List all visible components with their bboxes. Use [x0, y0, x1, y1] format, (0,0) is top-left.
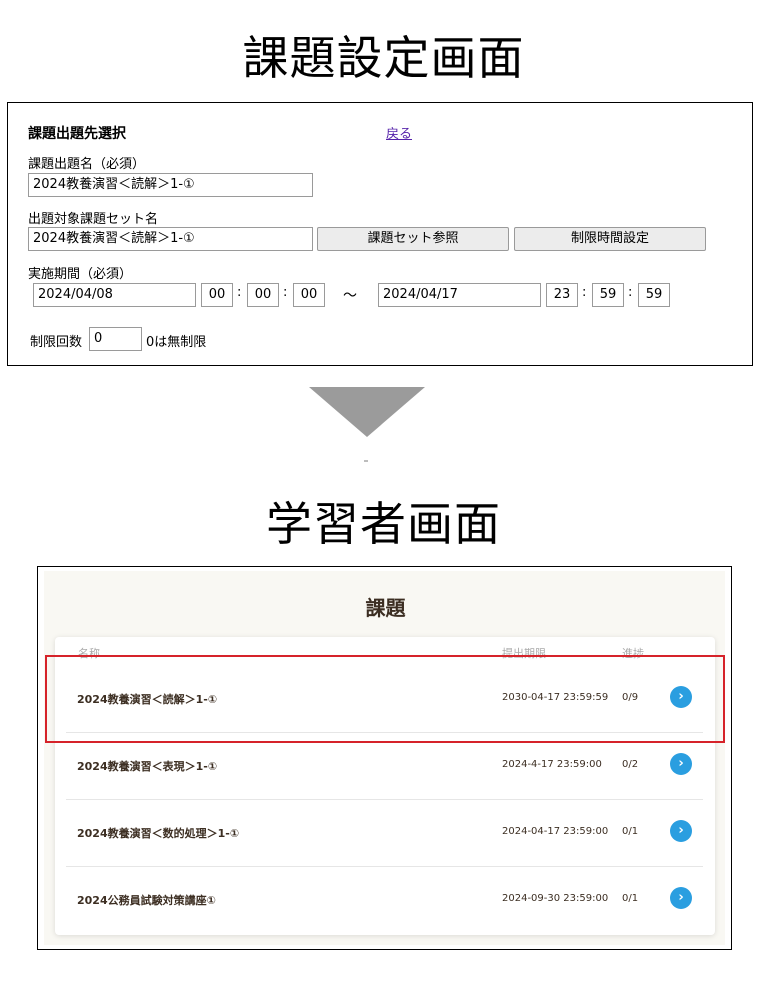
- colon-separator: :: [628, 285, 633, 300]
- start-date-input[interactable]: 2024/04/08: [33, 283, 196, 307]
- open-assignment-button[interactable]: ›: [670, 887, 692, 909]
- open-assignment-button[interactable]: ›: [670, 753, 692, 775]
- learner-screen-title: 学習者画面: [266, 497, 501, 551]
- limit-count-input[interactable]: 0: [89, 327, 142, 351]
- assignment-deadline: 2024-09-30 23:59:00: [502, 893, 609, 904]
- assignment-name-label: 課題出題名（必須）: [28, 157, 146, 172]
- period-label: 実施期間（必須）: [28, 267, 133, 282]
- end-hour-input[interactable]: 23: [546, 283, 578, 307]
- assignment-deadline: 2030-04-17 23:59:59: [502, 692, 609, 703]
- assignment-row[interactable]: 2024教養演習＜数的処理＞1-① 2024-04-17 23:59:00 0/…: [66, 799, 703, 867]
- chevron-right-icon: ›: [678, 689, 684, 704]
- down-arrow-icon: [309, 387, 425, 437]
- assignments-heading: 課題: [365, 596, 406, 620]
- end-date-input[interactable]: 2024/04/17: [378, 283, 541, 307]
- assignment-name: 2024教養演習＜読解＞1-①: [77, 693, 218, 706]
- assignment-progress: 0/9: [622, 692, 639, 703]
- assignment-set-input[interactable]: 2024教養演習＜読解＞1-①: [28, 227, 313, 251]
- open-assignment-button[interactable]: ›: [670, 820, 692, 842]
- assignment-progress: 0/1: [622, 893, 639, 904]
- end-second-input[interactable]: 59: [638, 283, 670, 307]
- range-separator: ～: [343, 288, 357, 304]
- assignment-name-input[interactable]: 2024教養演習＜読解＞1-①: [28, 173, 313, 197]
- assignment-set-label: 出題対象課題セット名: [28, 212, 159, 227]
- assignment-row[interactable]: 2024教養演習＜読解＞1-① 2030-04-17 23:59:59 0/9 …: [66, 665, 703, 733]
- column-header-progress: 進捗: [622, 647, 644, 660]
- assignment-name: 2024教養演習＜数的処理＞1-①: [77, 827, 240, 840]
- assignment-deadline: 2024-4-17 23:59:00: [502, 759, 602, 770]
- settings-screen-title: 課題設定画面: [242, 31, 525, 85]
- column-header-deadline: 提出期限: [502, 647, 546, 660]
- end-minute-input[interactable]: 59: [592, 283, 624, 307]
- column-header-name: 名称: [78, 647, 100, 660]
- assignment-progress: 0/2: [622, 759, 639, 770]
- limit-note: 0は無制限: [146, 335, 207, 350]
- assignment-row[interactable]: 2024公務員試験対策講座① 2024-09-30 23:59:00 0/1 ›: [66, 866, 703, 933]
- colon-separator: :: [283, 285, 288, 300]
- open-assignment-button[interactable]: ›: [670, 686, 692, 708]
- limit-count-label: 制限回数: [30, 335, 83, 350]
- chevron-right-icon: ›: [678, 756, 684, 771]
- chevron-right-icon: ›: [678, 890, 684, 905]
- panel-heading: 課題出題先選択: [28, 126, 126, 142]
- colon-separator: :: [237, 285, 242, 300]
- assignment-settings-panel: 課題出題先選択 戻る 課題出題名（必須） 2024教養演習＜読解＞1-① 出題対…: [7, 102, 753, 366]
- assignment-row[interactable]: 2024教養演習＜表現＞1-① 2024-4-17 23:59:00 0/2 ›: [66, 732, 703, 800]
- set-reference-button[interactable]: 課題セット参照: [317, 227, 509, 251]
- colon-separator: :: [582, 285, 587, 300]
- assignment-name: 2024公務員試験対策講座①: [77, 894, 216, 907]
- start-minute-input[interactable]: 00: [247, 283, 279, 307]
- learner-assignment-panel: 課題 名称 提出期限 進捗 2024教養演習＜読解＞1-① 2030-04-17…: [37, 566, 732, 950]
- assignment-progress: 0/1: [622, 826, 639, 837]
- divider-mark: [364, 460, 368, 462]
- start-hour-input[interactable]: 00: [201, 283, 233, 307]
- assignment-deadline: 2024-04-17 23:59:00: [502, 826, 609, 837]
- back-link[interactable]: 戻る: [386, 123, 412, 142]
- assignment-name: 2024教養演習＜表現＞1-①: [77, 760, 218, 773]
- start-second-input[interactable]: 00: [293, 283, 325, 307]
- time-limit-button[interactable]: 制限時間設定: [514, 227, 706, 251]
- chevron-right-icon: ›: [678, 823, 684, 838]
